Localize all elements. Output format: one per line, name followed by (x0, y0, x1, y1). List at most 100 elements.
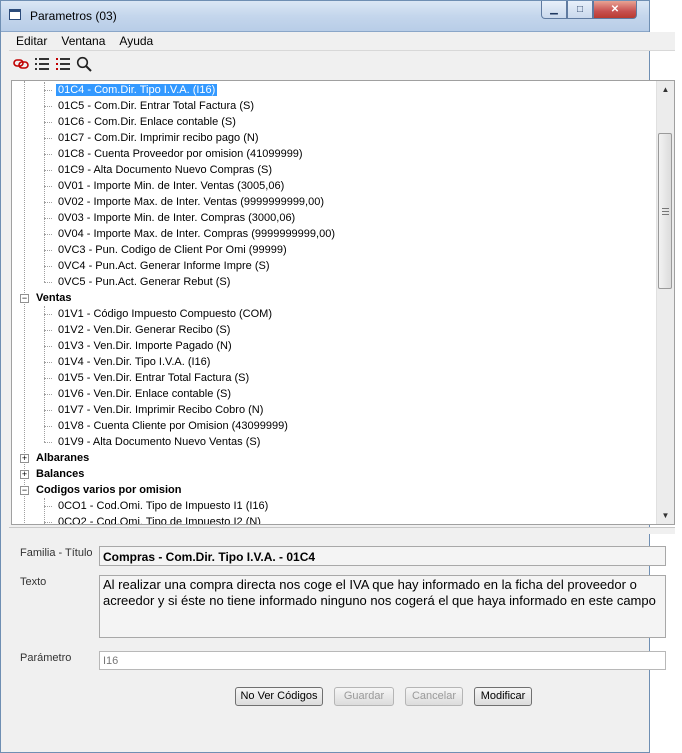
maximize-button[interactable]: □ (567, 1, 593, 19)
tree-scrollbar[interactable]: ▲ ▼ (656, 81, 674, 524)
tree-item-label: 0VC4 - Pun.Act. Generar Informe Impre (S… (58, 260, 270, 272)
tree-connector (44, 90, 52, 91)
window-title: Parametros (03) (30, 9, 117, 23)
no-ver-codigos-button[interactable]: No Ver Códigos (235, 687, 323, 706)
parametro-field[interactable]: I16 (99, 651, 666, 670)
expand-icon[interactable]: + (20, 454, 29, 463)
tree-item[interactable]: 0CO2 - Cod.Omi. Tipo de Impuesto I2 (N) (56, 514, 263, 524)
collapse-icon[interactable]: − (20, 486, 29, 495)
tree-connector (44, 442, 52, 443)
tree-connector (44, 170, 52, 171)
menu-bar: Editar Ventana Ayuda (9, 32, 675, 51)
window-icon (9, 9, 21, 20)
tree-item[interactable]: 01V9 - Alta Documento Nuevo Ventas (S) (56, 434, 262, 450)
title-bar[interactable]: Parametros (03) ▁ □ ✕ (1, 1, 649, 32)
tree-item-label: 01C9 - Alta Documento Nuevo Compras (S) (58, 164, 272, 176)
tree-item[interactable]: 01V2 - Ven.Dir. Generar Recibo (S) (56, 322, 232, 338)
tree-connector (44, 346, 52, 347)
tree-item-label: 01C7 - Com.Dir. Imprimir recibo pago (N) (58, 132, 259, 144)
toolbar (9, 52, 675, 76)
link-icon[interactable] (12, 55, 30, 73)
tree-item-label: 0V03 - Importe Min. de Inter. Compras (3… (58, 212, 296, 224)
tree-item-label: 01C5 - Com.Dir. Entrar Total Factura (S) (58, 100, 255, 112)
tree-connector (44, 154, 52, 155)
tree-item-label: 0VC5 - Pun.Act. Generar Rebut (S) (58, 276, 231, 288)
tree-branch-line (44, 498, 45, 524)
list-icon[interactable] (33, 55, 51, 73)
tree-item[interactable]: 01V4 - Ven.Dir. Tipo I.V.A. (I16) (56, 354, 212, 370)
tree-group[interactable]: Ventas (36, 290, 71, 306)
modificar-button[interactable]: Modificar (474, 687, 532, 706)
tree-item-label: 0V04 - Importe Max. de Inter. Compras (9… (58, 228, 335, 240)
tree-item[interactable]: 01C9 - Alta Documento Nuevo Compras (S) (56, 162, 274, 178)
tree-item[interactable]: 01V8 - Cuenta Cliente por Omision (43099… (56, 418, 290, 434)
tree-item[interactable]: 0VC4 - Pun.Act. Generar Informe Impre (S… (56, 258, 272, 274)
maximize-icon: □ (576, 4, 584, 15)
menu-editar[interactable]: Editar (9, 34, 54, 48)
tree-item[interactable]: 0V04 - Importe Max. de Inter. Compras (9… (56, 226, 337, 242)
tree-connector (44, 106, 52, 107)
expand-icon[interactable]: + (20, 470, 29, 479)
tree-connector (44, 522, 52, 523)
minimize-button[interactable]: ▁ (541, 1, 567, 19)
menu-ayuda[interactable]: Ayuda (112, 34, 160, 48)
tree-item-label: Ventas (36, 292, 72, 304)
tree-item-label: 01V4 - Ven.Dir. Tipo I.V.A. (I16) (58, 356, 211, 368)
tree-branch-line (44, 306, 45, 442)
scroll-up-arrow[interactable]: ▲ (657, 81, 674, 98)
tree-item[interactable]: 0VC3 - Pun. Codigo de Client Por Omi (99… (56, 242, 289, 258)
tree-item[interactable]: 01C4 - Com.Dir. Tipo I.V.A. (I16) (56, 82, 218, 98)
tree-connector (44, 202, 52, 203)
tree-item[interactable]: 01C7 - Com.Dir. Imprimir recibo pago (N) (56, 130, 261, 146)
tree-item[interactable]: 0VC5 - Pun.Act. Generar Rebut (S) (56, 274, 232, 290)
tree-item[interactable]: 0V01 - Importe Min. de Inter. Ventas (30… (56, 178, 286, 194)
tree-item-label: 01V5 - Ven.Dir. Entrar Total Factura (S) (58, 372, 250, 384)
tree-item-label: 01C8 - Cuenta Proveedor por omision (410… (58, 148, 303, 160)
tree-branch-line (44, 82, 45, 282)
tree-item-label: Albaranes (36, 452, 90, 464)
tree-item[interactable]: 01V1 - Código Impuesto Compuesto (COM) (56, 306, 274, 322)
parameter-tree[interactable]: ▲ ▼ 01C4 - Com.Dir. Tipo I.V.A. (I16) 01C… (11, 80, 675, 525)
tree-item[interactable]: 01V3 - Ven.Dir. Importe Pagado (N) (56, 338, 234, 354)
tree-item[interactable]: 01C6 - Com.Dir. Enlace contable (S) (56, 114, 238, 130)
splitter[interactable] (9, 527, 675, 534)
tree-group[interactable]: Balances (36, 466, 84, 482)
tree-connector (44, 250, 52, 251)
tree-item-label: 0CO1 - Cod.Omi. Tipo de Impuesto I1 (I16… (58, 500, 269, 512)
menu-ventana[interactable]: Ventana (54, 34, 112, 48)
tree-item[interactable]: 0CO1 - Cod.Omi. Tipo de Impuesto I1 (I16… (56, 498, 270, 514)
scroll-down-arrow[interactable]: ▼ (657, 507, 674, 524)
close-button[interactable]: ✕ (593, 1, 637, 19)
scroll-thumb[interactable] (658, 133, 672, 289)
tree-connector (44, 330, 52, 331)
tree-item-label: 01V6 - Ven.Dir. Enlace contable (S) (58, 388, 232, 400)
tree-item-label: 0V01 - Importe Min. de Inter. Ventas (30… (58, 180, 285, 192)
tree-connector (44, 186, 52, 187)
tree-item[interactable]: 01V6 - Ven.Dir. Enlace contable (S) (56, 386, 233, 402)
tree-connector (44, 138, 52, 139)
search-icon[interactable] (75, 55, 93, 73)
texto-field[interactable]: Al realizar una compra directa nos coge … (99, 575, 666, 638)
close-icon: ✕ (610, 4, 620, 15)
tree-connector (44, 362, 52, 363)
tree-connector (44, 394, 52, 395)
cancelar-button[interactable]: Cancelar (405, 687, 463, 706)
tree-connector (44, 218, 52, 219)
tree-item[interactable]: 01C5 - Com.Dir. Entrar Total Factura (S) (56, 98, 256, 114)
tree-item-label: 01V8 - Cuenta Cliente por Omision (43099… (58, 420, 288, 432)
parametro-label: Parámetro (20, 652, 72, 664)
tree-item-label: 01C4 - Com.Dir. Tipo I.V.A. (I16) (56, 84, 218, 96)
guardar-button[interactable]: Guardar (334, 687, 394, 706)
collapse-icon[interactable]: − (20, 294, 29, 303)
tree-item[interactable]: 01V5 - Ven.Dir. Entrar Total Factura (S) (56, 370, 251, 386)
tree-group[interactable]: Albaranes (36, 450, 89, 466)
tree-item[interactable]: 0V02 - Importe Max. de Inter. Ventas (99… (56, 194, 326, 210)
tree-group[interactable]: Codigos varios por omision (36, 482, 181, 498)
tree-connector (44, 314, 52, 315)
tree-item[interactable]: 01C8 - Cuenta Proveedor por omision (410… (56, 146, 305, 162)
tree-item[interactable]: 01V7 - Ven.Dir. Imprimir Recibo Cobro (N… (56, 402, 265, 418)
tree-item-label: Codigos varios por omision (36, 484, 182, 496)
familia-field: Compras - Com.Dir. Tipo I.V.A. - 01C4 (99, 546, 666, 566)
tree-item[interactable]: 0V03 - Importe Min. de Inter. Compras (3… (56, 210, 297, 226)
numbered-list-icon[interactable] (54, 55, 72, 73)
